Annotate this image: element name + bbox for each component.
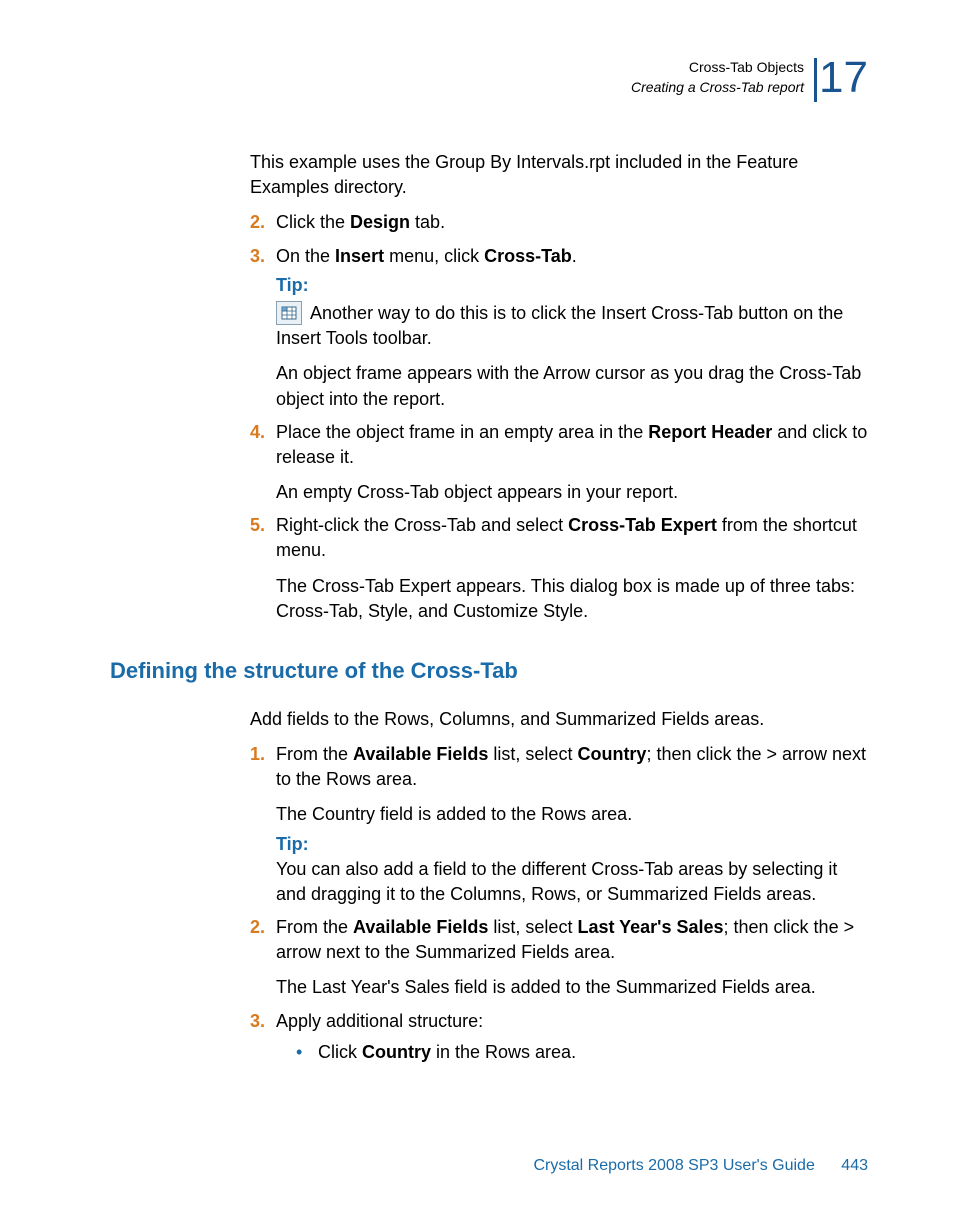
step-note: An object frame appears with the Arrow c… <box>276 361 868 411</box>
step-number: 2. <box>250 915 276 1001</box>
section-heading: Defining the structure of the Cross-Tab <box>110 656 868 687</box>
intro-paragraph: This example uses the Group By Intervals… <box>250 150 868 200</box>
footer-page-number: 443 <box>841 1157 868 1174</box>
step-number: 3. <box>250 244 276 412</box>
step-number: 1. <box>250 742 276 907</box>
chapter-number: 17 <box>819 58 868 98</box>
tip-text: Another way to do this is to click the I… <box>276 303 843 348</box>
step-note: The Country field is added to the Rows a… <box>276 802 868 827</box>
s2-step-1: 1. From the Available Fields list, selec… <box>250 742 868 907</box>
page-header: Cross-Tab Objects Creating a Cross-Tab r… <box>631 58 868 102</box>
sub-bullet: • Click Country in the Rows area. <box>296 1040 868 1065</box>
footer-doc-title: Crystal Reports 2008 SP3 User's Guide <box>533 1157 814 1174</box>
cross-tab-icon <box>276 301 302 325</box>
header-subsection: Creating a Cross-Tab report <box>631 79 804 95</box>
step-body: Right-click the Cross-Tab and select Cro… <box>276 513 868 624</box>
bullet-text: Click Country in the Rows area. <box>318 1040 576 1065</box>
step-4: 4. Place the object frame in an empty ar… <box>250 420 868 506</box>
step-body: From the Available Fields list, select L… <box>276 915 868 1001</box>
s2-step-3: 3. Apply additional structure: • Click C… <box>250 1009 868 1065</box>
s2-step-2: 2. From the Available Fields list, selec… <box>250 915 868 1001</box>
header-section: Cross-Tab Objects <box>689 59 804 75</box>
step-body: Apply additional structure: • Click Coun… <box>276 1009 868 1065</box>
step-number: 2. <box>250 210 276 235</box>
step-2: 2. Click the Design tab. <box>250 210 868 235</box>
step-body: On the Insert menu, click Cross-Tab. Tip… <box>276 244 868 412</box>
bullet-icon: • <box>296 1040 318 1065</box>
tip-label: Tip: <box>276 832 868 857</box>
header-divider <box>814 58 817 102</box>
step-body: From the Available Fields list, select C… <box>276 742 868 907</box>
step-note: An empty Cross-Tab object appears in you… <box>276 480 868 505</box>
step-body: Click the Design tab. <box>276 210 868 235</box>
tip-text: You can also add a field to the differen… <box>276 857 868 907</box>
step-number: 3. <box>250 1009 276 1065</box>
step-note: The Cross-Tab Expert appears. This dialo… <box>276 574 868 624</box>
tip-label: Tip: <box>276 273 868 298</box>
step-number: 4. <box>250 420 276 506</box>
step-body: Place the object frame in an empty area … <box>276 420 868 506</box>
intro-paragraph-2: Add fields to the Rows, Columns, and Sum… <box>250 707 868 732</box>
page-footer: Crystal Reports 2008 SP3 User's Guide 44… <box>0 1155 868 1177</box>
step-number: 5. <box>250 513 276 624</box>
step-3: 3. On the Insert menu, click Cross-Tab. … <box>250 244 868 412</box>
step-5: 5. Right-click the Cross-Tab and select … <box>250 513 868 624</box>
page-content: This example uses the Group By Intervals… <box>110 150 868 1073</box>
step-note: The Last Year's Sales field is added to … <box>276 975 868 1000</box>
